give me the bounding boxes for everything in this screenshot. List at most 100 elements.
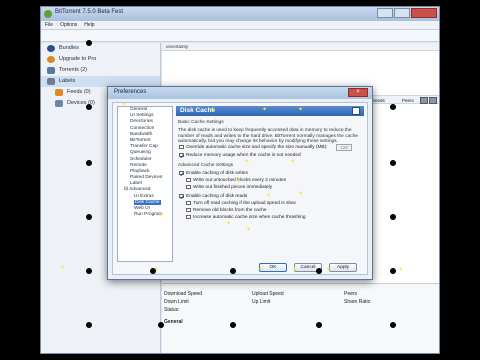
menu-file[interactable]: File xyxy=(45,22,53,28)
labels-icon xyxy=(47,78,55,85)
overlay-spark: ✦ xyxy=(210,107,216,113)
write-finished-option[interactable]: Write out finished pieces immediately xyxy=(186,184,272,190)
devices-icon xyxy=(55,100,63,107)
remove-old-blocks-label: Remove old blocks from the cache xyxy=(193,207,267,213)
status-label: Status: xyxy=(164,307,180,313)
overlay-spark: ✦ xyxy=(266,193,272,199)
sidebar-item-torrents[interactable]: Torrents (2) xyxy=(41,65,160,76)
tree-item-label: Label xyxy=(130,181,142,187)
cache-size-input[interactable]: 128 xyxy=(336,144,352,151)
general-section-label: General xyxy=(164,319,183,325)
panel-toggle-icons xyxy=(420,97,437,104)
tree-item-label: Queueing xyxy=(130,150,151,156)
overlay-spark: ✦ xyxy=(258,267,264,273)
enable-write-cache-checkbox[interactable] xyxy=(179,170,184,176)
tree-item-label: Disk Cache xyxy=(134,199,161,205)
tree-item-label: Bandwidth xyxy=(130,131,153,137)
overlay-spark: ✦ xyxy=(122,102,128,108)
overlay-spark: ✦ xyxy=(326,267,332,273)
list-view-icon[interactable] xyxy=(420,97,428,104)
preferences-titlebar[interactable]: Preferences × xyxy=(108,87,372,99)
turn-off-read-cache-option[interactable]: Turn off read caching if the upload spee… xyxy=(186,200,296,206)
overlay-dot xyxy=(390,268,396,274)
increase-auto-cache-checkbox[interactable] xyxy=(186,214,191,220)
tree-item-label: Directories xyxy=(130,119,153,125)
basic-cache-group-label: Basic Cache Settings xyxy=(178,120,224,125)
minimize-button[interactable] xyxy=(377,8,393,18)
write-finished-checkbox[interactable] xyxy=(186,184,191,190)
up-limit-label: Up Limit xyxy=(252,299,271,305)
menu-help[interactable]: Help xyxy=(84,22,94,28)
disk-cache-icon xyxy=(352,107,360,115)
enable-write-cache-option[interactable]: Enable caching of disk writes xyxy=(179,170,248,176)
close-window-button[interactable] xyxy=(411,8,437,18)
overlay-spark: ✦ xyxy=(298,191,304,197)
close-dialog-button[interactable]: × xyxy=(348,88,368,97)
override-cache-option[interactable]: Override automatic cache size and specif… xyxy=(179,144,328,150)
app-titlebar[interactable]: BitTorrent 7.5.0 Beta Fest xyxy=(41,7,439,21)
menu-options[interactable]: Options xyxy=(60,22,77,28)
sidebar-item-label: Torrents (2) xyxy=(59,67,88,73)
maximize-button[interactable] xyxy=(394,8,410,18)
overlay-dot xyxy=(460,160,466,166)
details-view-icon[interactable] xyxy=(429,97,437,104)
remove-old-blocks-checkbox[interactable] xyxy=(186,207,191,213)
toolbar xyxy=(41,30,439,42)
overlay-dot xyxy=(316,268,322,274)
enable-read-cache-option[interactable]: Enable caching of disk reads xyxy=(179,193,247,199)
overlay-dot xyxy=(390,160,396,166)
enable-read-cache-checkbox[interactable] xyxy=(179,193,184,199)
overlay-dot xyxy=(14,322,20,328)
bundles-icon xyxy=(47,45,55,52)
bittorrent-logo-icon xyxy=(44,10,52,18)
pro-icon xyxy=(47,56,55,63)
overlay-spark: ✦ xyxy=(262,107,268,113)
overlay-spark: ✦ xyxy=(158,213,164,219)
peers-label: Peers xyxy=(344,291,358,297)
apply-button[interactable]: Apply xyxy=(329,263,357,272)
tree-item-label: Scheduler xyxy=(130,156,152,162)
column-seeds[interactable]: Seeds xyxy=(372,98,385,103)
tree-item-run-program[interactable]: Run Program xyxy=(118,212,172,218)
tree-item-label: General xyxy=(130,107,148,112)
tree-item-label: Web UI xyxy=(134,206,150,211)
overlay-dot xyxy=(86,160,92,166)
override-cache-checkbox[interactable] xyxy=(179,144,184,150)
overlay-spark: ✦ xyxy=(298,107,304,113)
reduce-memory-checkbox[interactable] xyxy=(179,152,184,158)
overlay-spark: ✦ xyxy=(244,159,250,165)
overlay-dot xyxy=(86,40,92,46)
sidebar-item-bundles[interactable]: Bundles xyxy=(41,43,160,54)
tree-item-label: Remote xyxy=(130,162,147,168)
tree-item-label: BitTorrent xyxy=(130,137,151,143)
sidebar-item-label: Bundles xyxy=(59,45,79,51)
torrent-list-header: uncertainty xyxy=(162,43,439,51)
sidebar-item-upgrade[interactable]: Upgrade to Pro xyxy=(41,54,160,65)
overlay-dot xyxy=(86,268,92,274)
overlay-dot xyxy=(14,266,20,272)
increase-auto-cache-label: Increase automatic cache size when cache… xyxy=(193,214,306,220)
overlay-dot xyxy=(390,104,396,110)
turn-off-read-cache-checkbox[interactable] xyxy=(186,200,191,206)
tree-item-label: UI Extras xyxy=(134,193,154,199)
tree-item-label: Advanced xyxy=(129,187,151,193)
overlay-dot xyxy=(390,214,396,220)
overlay-spark: ✦ xyxy=(398,267,404,273)
ok-button[interactable]: OK xyxy=(259,263,287,272)
write-untouched-checkbox[interactable] xyxy=(186,177,191,183)
column-peers[interactable]: Peers xyxy=(402,98,414,103)
overlay-spark: ✦ xyxy=(246,227,252,233)
reduce-memory-option[interactable]: Reduce memory usage when the cache is no… xyxy=(179,152,301,158)
overlay-dot xyxy=(14,42,20,48)
tree-item-label: Transfer Cap xyxy=(130,144,158,150)
overlay-dot xyxy=(86,104,92,110)
screen: BitTorrent 7.5.0 Beta Fest File Options … xyxy=(0,0,480,360)
overlay-dot xyxy=(460,268,466,274)
basic-cache-description: The disk cache is used to keep frequentl… xyxy=(178,128,358,145)
overlay-dot xyxy=(460,42,466,48)
overlay-dot xyxy=(86,214,92,220)
enable-write-cache-label: Enable caching of disk writes xyxy=(186,170,248,176)
remove-old-blocks-option[interactable]: Remove old blocks from the cache xyxy=(186,207,267,213)
overlay-dot xyxy=(316,322,322,328)
increase-auto-cache-option[interactable]: Increase automatic cache size when cache… xyxy=(186,214,306,220)
